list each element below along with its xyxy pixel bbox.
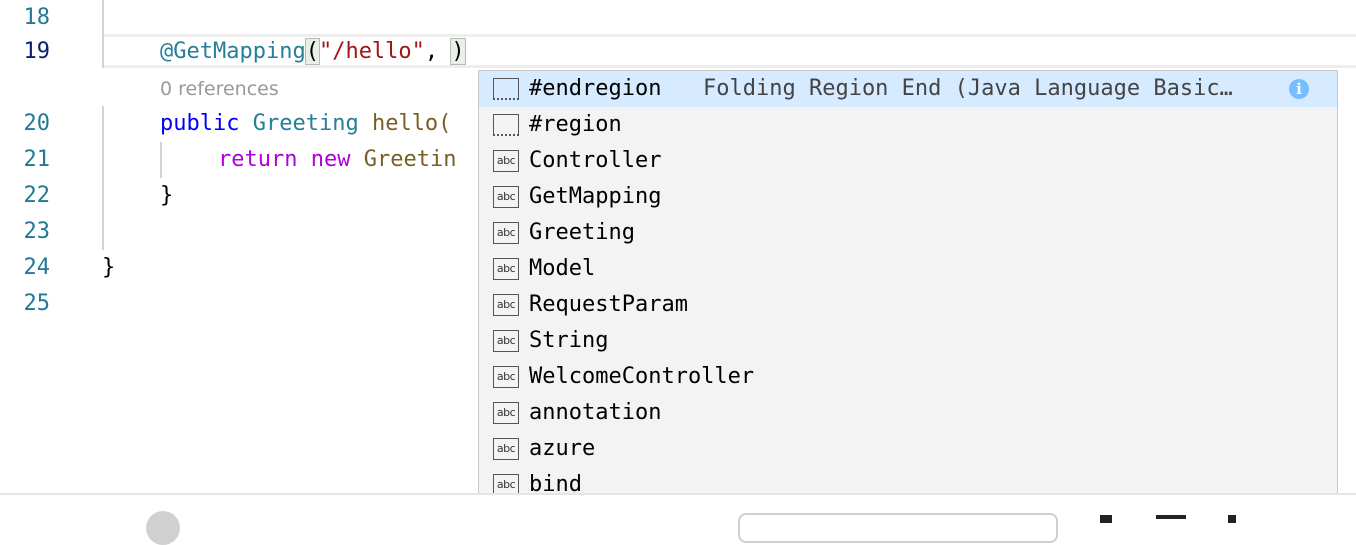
text-icon: abc bbox=[493, 294, 519, 316]
suggestion-label: Controller bbox=[529, 148, 662, 173]
code-line-current[interactable]: 19 @GetMapping("/hello", ) bbox=[0, 34, 1356, 70]
line-number: 20 bbox=[23, 111, 51, 136]
function-token: hello( bbox=[371, 111, 452, 136]
line-number: 25 bbox=[23, 291, 51, 316]
suggestion-item[interactable]: abc Controller bbox=[479, 143, 1337, 179]
suggestion-label: #region bbox=[529, 112, 622, 137]
line-number: 24 bbox=[23, 255, 51, 280]
keyword-token: new bbox=[310, 147, 351, 172]
toolbar-icon[interactable] bbox=[1156, 515, 1186, 519]
suggest-widget[interactable]: #endregion Folding Region End (Java Lang… bbox=[478, 70, 1338, 502]
suggestion-label: Greeting bbox=[529, 220, 635, 245]
suggestion-detail: Folding Region End (Java Language Basic… bbox=[703, 76, 1233, 101]
text-icon: abc bbox=[493, 150, 519, 172]
string-token: "/hello" bbox=[318, 39, 425, 64]
snippet-icon bbox=[493, 114, 519, 136]
brace-token: } bbox=[160, 183, 174, 208]
line-number: 22 bbox=[23, 183, 51, 208]
code-line[interactable]: 18 bbox=[0, 0, 1356, 36]
text-icon: abc bbox=[493, 186, 519, 208]
suggestion-label: GetMapping bbox=[529, 184, 662, 209]
avatar[interactable] bbox=[146, 511, 180, 545]
suggestion-item[interactable]: #region bbox=[479, 107, 1337, 143]
bracket-close: ) bbox=[450, 38, 466, 65]
code-editor[interactable]: 18 19 @GetMapping("/hello", ) 0 referenc… bbox=[0, 0, 1356, 502]
suggestion-label: RequestParam bbox=[529, 292, 688, 317]
text-icon: abc bbox=[493, 330, 519, 352]
suggestion-label: #endregion bbox=[529, 76, 662, 101]
suggestion-label: Model bbox=[529, 256, 596, 281]
suggestion-item[interactable]: abc GetMapping bbox=[479, 179, 1337, 215]
suggestion-label: azure bbox=[529, 436, 596, 461]
toolbar-icon[interactable] bbox=[1100, 515, 1112, 523]
line-number: 18 bbox=[23, 5, 51, 30]
code-text[interactable]: public Greeting hello( bbox=[160, 106, 451, 142]
type-token: Greetin bbox=[363, 147, 457, 172]
code-text[interactable]: return new Greetin bbox=[218, 142, 456, 178]
suggestion-item[interactable]: abc WelcomeController bbox=[479, 359, 1337, 395]
suggestion-label: annotation bbox=[529, 400, 662, 425]
keyword-token: public bbox=[160, 111, 240, 136]
codelens-references[interactable]: 0 references bbox=[160, 78, 279, 100]
suggestion-item[interactable]: abc Model bbox=[479, 251, 1337, 287]
toolbar-icon[interactable] bbox=[1228, 515, 1236, 523]
suggestion-item[interactable]: abc String bbox=[479, 323, 1337, 359]
suggestion-item[interactable]: abc Greeting bbox=[479, 215, 1337, 251]
suggestion-item[interactable]: abc annotation bbox=[479, 395, 1337, 431]
line-number: 19 bbox=[23, 39, 51, 64]
suggestion-label: WelcomeController bbox=[529, 364, 755, 389]
snippet-icon bbox=[493, 78, 519, 100]
line-number: 23 bbox=[23, 219, 51, 244]
info-icon[interactable]: i bbox=[1289, 79, 1309, 99]
code-text[interactable]: @GetMapping("/hello", ) bbox=[160, 34, 466, 70]
comma-token: , bbox=[424, 39, 452, 64]
keyword-token: return bbox=[218, 147, 298, 172]
suggestion-item[interactable]: abc RequestParam bbox=[479, 287, 1337, 323]
text-icon: abc bbox=[493, 366, 519, 388]
text-icon: abc bbox=[493, 222, 519, 244]
text-icon: abc bbox=[493, 438, 519, 460]
text-icon: abc bbox=[493, 258, 519, 280]
brace-token: } bbox=[102, 255, 116, 280]
line-number: 21 bbox=[23, 147, 51, 172]
suggestion-label: String bbox=[529, 328, 609, 353]
bottom-panel bbox=[0, 493, 1356, 545]
suggestion-item[interactable]: abc azure bbox=[479, 431, 1337, 467]
text-icon: abc bbox=[493, 402, 519, 424]
bracket-open: ( bbox=[304, 38, 320, 65]
annotation-token: @GetMapping bbox=[160, 39, 306, 64]
type-token: Greeting bbox=[252, 111, 359, 136]
search-input[interactable] bbox=[738, 513, 1058, 543]
suggestion-item[interactable]: #endregion Folding Region End (Java Lang… bbox=[479, 71, 1337, 107]
